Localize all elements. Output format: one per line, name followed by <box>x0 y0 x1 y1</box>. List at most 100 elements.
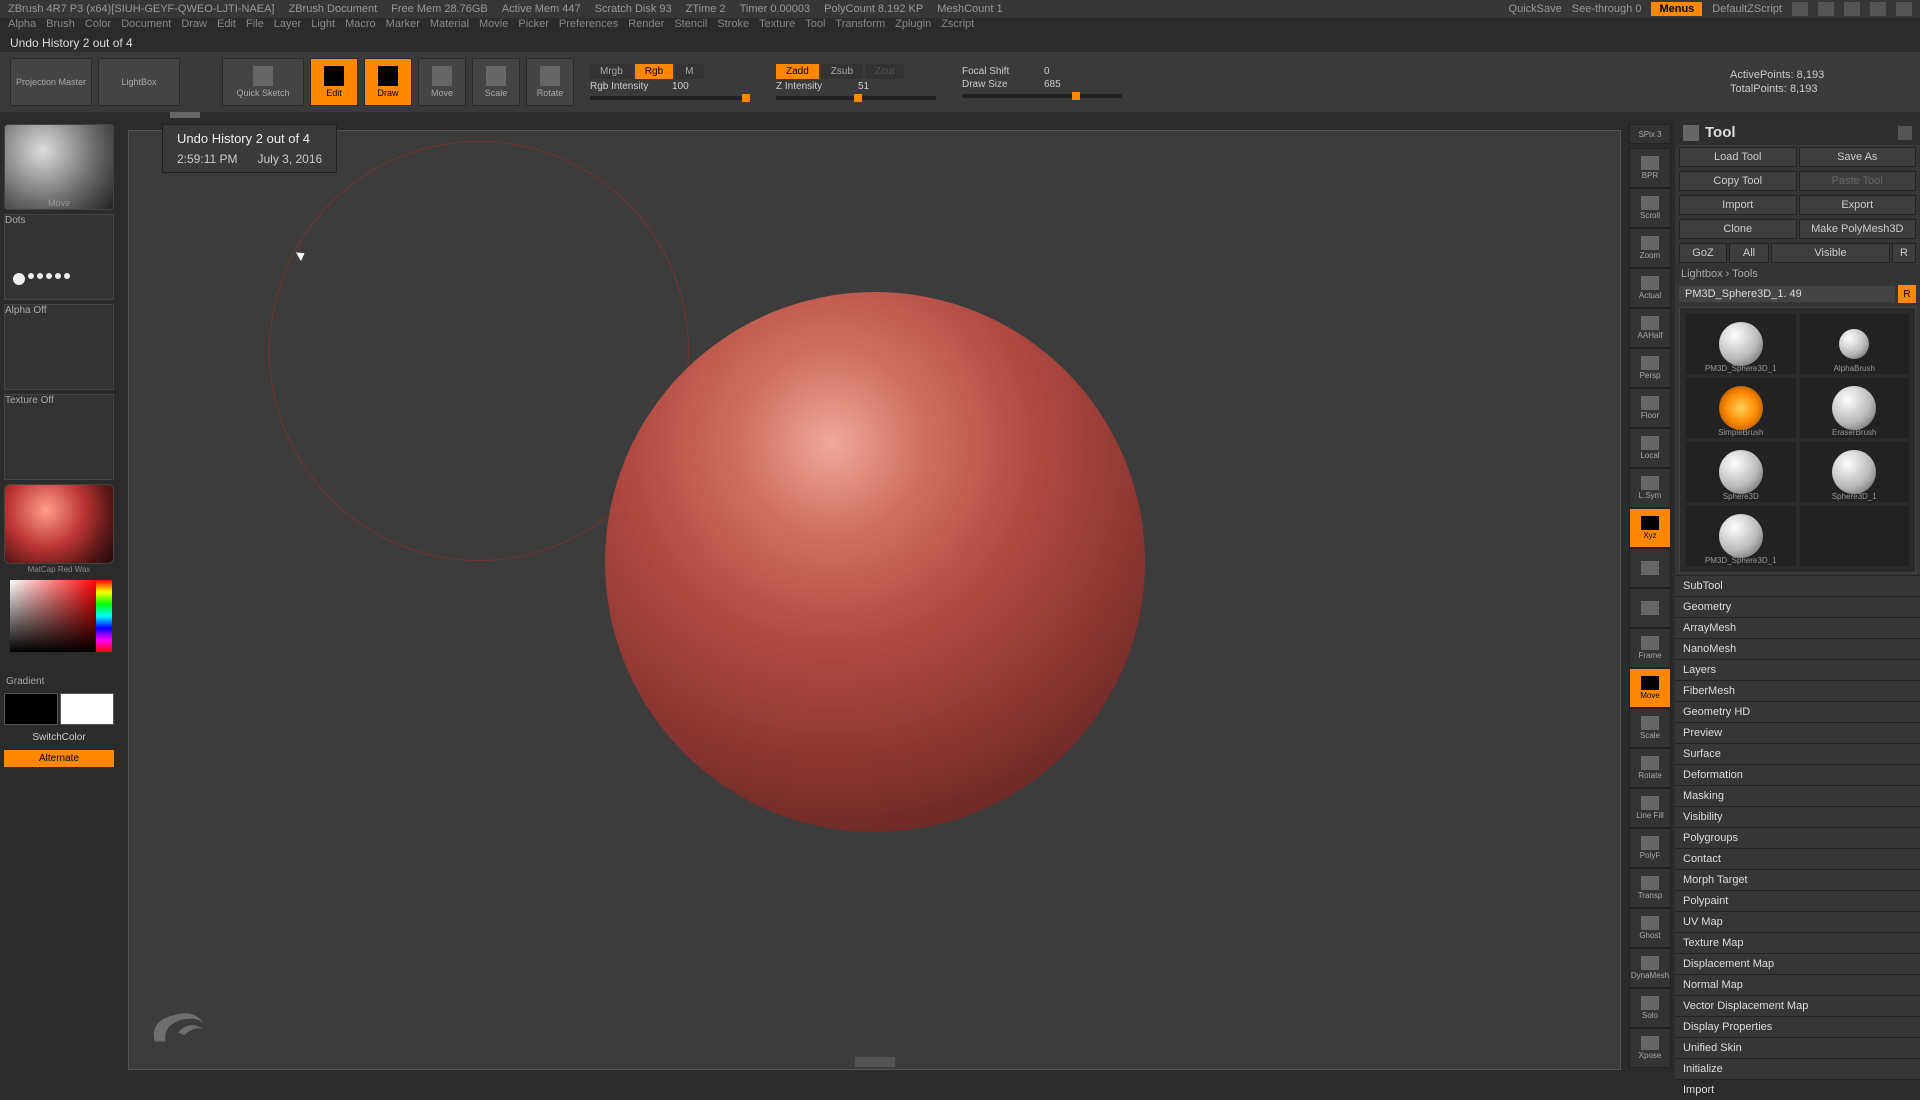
section-deformation[interactable]: Deformation <box>1675 764 1920 785</box>
nav-bpr[interactable]: BPR <box>1629 148 1671 188</box>
nav-blank[interactable] <box>1629 548 1671 588</box>
menu-transform[interactable]: Transform <box>835 18 885 30</box>
tool-item-alphabrush[interactable]: AlphaBrush <box>1800 314 1910 374</box>
nav-transp[interactable]: Transp <box>1629 868 1671 908</box>
nav-aahalf[interactable]: AAHalf <box>1629 308 1671 348</box>
tool-item-empty[interactable] <box>1800 506 1910 566</box>
zcut-button[interactable]: Zcut <box>865 64 904 79</box>
alternate-button[interactable]: Alternate <box>4 750 114 767</box>
rotate-button[interactable]: Rotate <box>526 58 574 106</box>
seethrough-slider[interactable]: See-through 0 <box>1572 3 1642 15</box>
menu-texture[interactable]: Texture <box>759 18 795 30</box>
nav-floor[interactable]: Floor <box>1629 388 1671 428</box>
tool-item-sphere3d[interactable]: Sphere3D <box>1686 442 1796 502</box>
edit-button[interactable]: Edit <box>310 58 358 106</box>
menu-file[interactable]: File <box>246 18 264 30</box>
focal-shift-slider[interactable]: Focal Shift0 <box>962 66 1132 77</box>
color-picker[interactable] <box>4 578 114 670</box>
section-contact[interactable]: Contact <box>1675 848 1920 869</box>
tool-item-simplebrush[interactable]: SimpleBrush <box>1686 378 1796 438</box>
section-surface[interactable]: Surface <box>1675 743 1920 764</box>
panel-collapse-icon[interactable] <box>1898 126 1912 140</box>
menu-preferences[interactable]: Preferences <box>559 18 618 30</box>
zadd-button[interactable]: Zadd <box>776 64 819 79</box>
material-thumbnail[interactable]: MatCap Red Wax <box>4 484 114 574</box>
menu-color[interactable]: Color <box>85 18 111 30</box>
lightbox-tools-link[interactable]: Lightbox › Tools <box>1675 265 1920 283</box>
tool-item-sphere3d-1[interactable]: Sphere3D_1 <box>1800 442 1910 502</box>
current-tool-name[interactable]: PM3D_Sphere3D_1. 49 <box>1679 286 1895 302</box>
lightbox-button[interactable]: LightBox <box>98 58 180 106</box>
nav-xpose[interactable]: Xpose <box>1629 1028 1671 1068</box>
section-displacement-map[interactable]: Displacement Map <box>1675 953 1920 974</box>
section-uv-map[interactable]: UV Map <box>1675 911 1920 932</box>
gradient-toggle[interactable]: Gradient <box>4 674 114 689</box>
load-tool-button[interactable]: Load Tool <box>1679 147 1797 167</box>
menu-material[interactable]: Material <box>430 18 469 30</box>
import-button[interactable]: Import <box>1679 195 1797 215</box>
z-intensity-slider[interactable]: Z Intensity51 <box>776 81 946 92</box>
section-import[interactable]: Import <box>1675 1079 1920 1100</box>
secondary-color-swatch[interactable] <box>4 693 58 725</box>
primary-color-swatch[interactable] <box>60 693 114 725</box>
nav-frame[interactable]: Frame <box>1629 628 1671 668</box>
menus-button[interactable]: Menus <box>1651 2 1702 16</box>
tool-item-pm3d-sphere3d-1[interactable]: PM3D_Sphere3D_1 <box>1686 314 1796 374</box>
menu-stencil[interactable]: Stencil <box>674 18 707 30</box>
lock-icon[interactable] <box>1818 2 1834 16</box>
stroke-thumbnail[interactable]: Dots <box>4 214 114 300</box>
section-masking[interactable]: Masking <box>1675 785 1920 806</box>
nav-line-fill[interactable]: Line Fill <box>1629 788 1671 828</box>
quick-sketch-button[interactable]: Quick Sketch <box>222 58 304 106</box>
zsub-button[interactable]: Zsub <box>821 64 863 79</box>
nav-l-sym[interactable]: L.Sym <box>1629 468 1671 508</box>
menu-brush[interactable]: Brush <box>46 18 75 30</box>
tool-item-pm3d-sphere3d-1[interactable]: PM3D_Sphere3D_1 <box>1686 506 1796 566</box>
section-visibility[interactable]: Visibility <box>1675 806 1920 827</box>
section-preview[interactable]: Preview <box>1675 722 1920 743</box>
nav-polyf[interactable]: PolyF <box>1629 828 1671 868</box>
nav-xyz[interactable]: Xyz <box>1629 508 1671 548</box>
rgb-button[interactable]: Rgb <box>635 64 673 79</box>
m-button[interactable]: M <box>675 64 703 79</box>
nav-solo[interactable]: Solo <box>1629 988 1671 1028</box>
home-icon[interactable] <box>1792 2 1808 16</box>
section-polygroups[interactable]: Polygroups <box>1675 827 1920 848</box>
section-nanomesh[interactable]: NanoMesh <box>1675 638 1920 659</box>
draw-button[interactable]: Draw <box>364 58 412 106</box>
nav-local[interactable]: Local <box>1629 428 1671 468</box>
nav-dynamesh[interactable]: DynaMesh <box>1629 948 1671 988</box>
section-subtool[interactable]: SubTool <box>1675 575 1920 596</box>
brush-thumbnail[interactable]: Move <box>4 124 114 210</box>
section-geometry[interactable]: Geometry <box>1675 596 1920 617</box>
menu-alpha[interactable]: Alpha <box>8 18 36 30</box>
section-fibermesh[interactable]: FiberMesh <box>1675 680 1920 701</box>
menu-marker[interactable]: Marker <box>386 18 420 30</box>
section-vector-displacement-map[interactable]: Vector Displacement Map <box>1675 995 1920 1016</box>
nav-rotate[interactable]: Rotate <box>1629 748 1671 788</box>
section-morph-target[interactable]: Morph Target <box>1675 869 1920 890</box>
switch-color-button[interactable]: SwitchColor <box>4 729 114 746</box>
maximize-icon[interactable] <box>1870 2 1886 16</box>
export-button[interactable]: Export <box>1799 195 1917 215</box>
viewport-canvas[interactable] <box>128 130 1621 1070</box>
spix-slider[interactable]: SPix 3 <box>1629 124 1671 144</box>
clone-button[interactable]: Clone <box>1679 219 1797 239</box>
default-script[interactable]: DefaultZScript <box>1712 3 1782 15</box>
copy-tool-button[interactable]: Copy Tool <box>1679 171 1797 191</box>
minimize-icon[interactable] <box>1844 2 1860 16</box>
menu-zplugin[interactable]: Zplugin <box>895 18 931 30</box>
quicksave-button[interactable]: QuickSave <box>1509 3 1562 15</box>
nav-persp[interactable]: Persp <box>1629 348 1671 388</box>
history-scrubber[interactable] <box>0 112 1920 120</box>
make-polymesh-button[interactable]: Make PolyMesh3D <box>1799 219 1917 239</box>
menu-render[interactable]: Render <box>628 18 664 30</box>
scale-button[interactable]: Scale <box>472 58 520 106</box>
menu-document[interactable]: Document <box>121 18 171 30</box>
nav-move[interactable]: Move <box>1629 668 1671 708</box>
section-initialize[interactable]: Initialize <box>1675 1058 1920 1079</box>
nav-zoom[interactable]: Zoom <box>1629 228 1671 268</box>
alpha-thumbnail[interactable]: Alpha Off <box>4 304 114 390</box>
close-icon[interactable] <box>1896 2 1912 16</box>
section-geometry-hd[interactable]: Geometry HD <box>1675 701 1920 722</box>
